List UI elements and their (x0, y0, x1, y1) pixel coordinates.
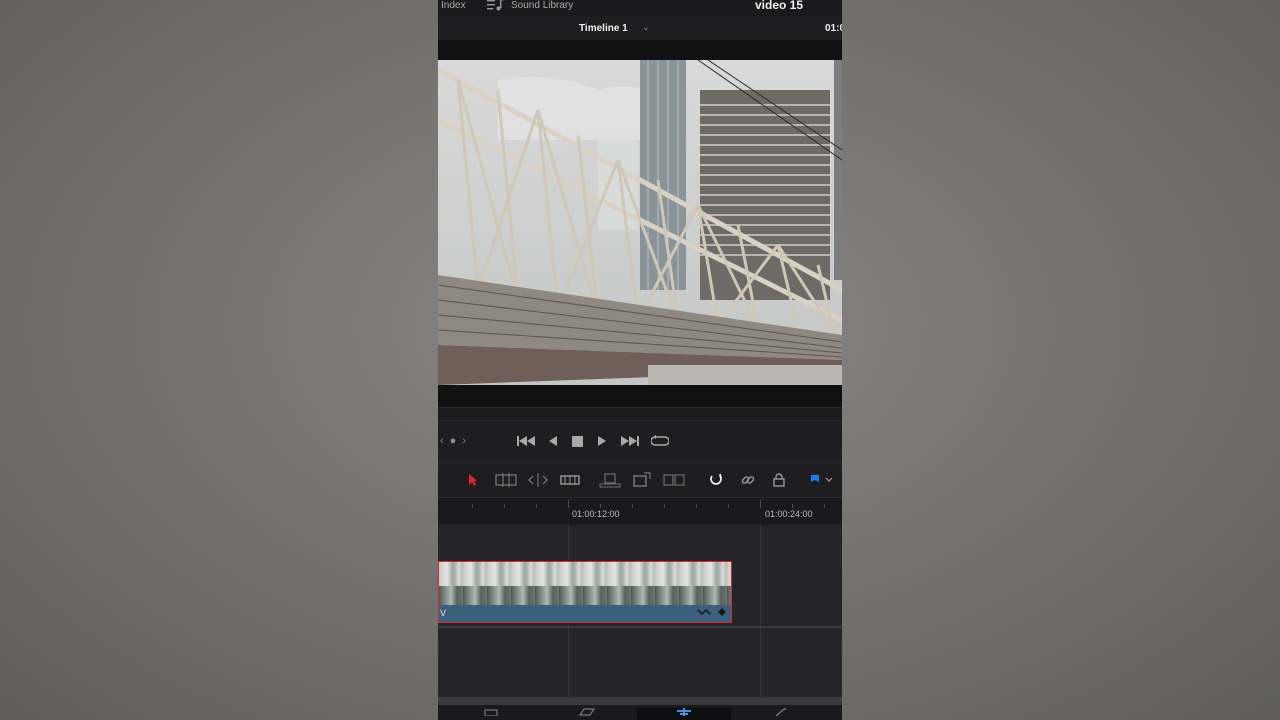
ruler-tick (536, 504, 537, 508)
pointer-arrow-icon (469, 474, 477, 486)
edit-timeline-icon (677, 708, 691, 716)
ruler-tick (504, 504, 505, 508)
viewer-top-margin (438, 40, 842, 60)
position-lock-button[interactable] (769, 471, 789, 489)
clip-thumbnails (439, 562, 731, 605)
viewer-bottom-margin (438, 385, 842, 407)
skip-start-icon (517, 436, 535, 446)
project-title: video 15 (755, 0, 804, 12)
stop-button[interactable] (570, 433, 584, 449)
fusion-page-button[interactable] (766, 708, 796, 720)
link-icon (741, 476, 755, 484)
viewer-frame (438, 60, 842, 385)
selection-tool-button[interactable] (463, 471, 483, 489)
overwrite-clip-icon (633, 472, 651, 487)
skip-to-end-button[interactable] (620, 433, 640, 449)
play-reverse-button[interactable] (546, 433, 560, 449)
transport-controls: ‹ ● › (438, 420, 842, 463)
page-nav-bar (438, 705, 842, 720)
ruler-tick (760, 500, 761, 508)
curve-icon[interactable] (697, 607, 713, 617)
ruler-tick (472, 504, 473, 508)
media-icon (484, 709, 498, 716)
replace-clip-button[interactable] (663, 471, 685, 489)
skip-to-start-button[interactable] (516, 433, 536, 449)
cut-page-button[interactable] (572, 708, 602, 720)
ruler-tick (792, 504, 793, 508)
flag-icon (811, 475, 819, 482)
trim-tool-button[interactable] (494, 471, 518, 489)
linked-selection-button[interactable] (738, 471, 758, 489)
play-icon (598, 436, 606, 446)
dynamic-trim-icon (528, 473, 548, 487)
blade-tool-button[interactable] (559, 471, 581, 489)
timeline-bar: Timeline 1 ⌄ 01:0 (438, 16, 842, 40)
lock-icon (773, 473, 785, 487)
trim-icon (495, 473, 517, 487)
dynamic-trim-button[interactable] (527, 471, 549, 489)
stop-icon (571, 435, 583, 447)
track-divider (438, 626, 842, 628)
play-button[interactable] (595, 433, 609, 449)
ruler-tick (696, 504, 697, 508)
timeline-scrollbar[interactable] (438, 697, 842, 705)
prev-clip-icon[interactable]: ‹ (440, 435, 444, 447)
skip-end-icon (621, 436, 639, 446)
viewer-scrub-bar[interactable] (438, 407, 842, 420)
loop-button[interactable] (650, 433, 670, 449)
insert-clip-button[interactable] (598, 471, 622, 489)
snap-magnet-icon (710, 473, 722, 485)
index-tab[interactable]: Index (441, 0, 465, 11)
keyframe-diamond-icon[interactable] (717, 607, 727, 617)
video-clip[interactable]: V (438, 561, 732, 623)
overwrite-clip-button[interactable] (631, 471, 653, 489)
ruler-timecode-label: 01:00:12:00 (572, 509, 620, 519)
top-bar: Index Sound Library video 15 (438, 0, 842, 16)
bridge-video-frame (438, 60, 842, 385)
flag-dropdown-button[interactable] (822, 471, 836, 489)
replace-clip-icon (663, 474, 685, 486)
timeline-name[interactable]: Timeline 1 (579, 23, 628, 34)
clip-nav: ‹ ● › (440, 435, 466, 447)
fusion-wand-icon (775, 708, 786, 716)
sound-library-tab[interactable]: Sound Library (487, 0, 573, 11)
blade-icon (560, 475, 580, 485)
ruler-tick (728, 504, 729, 508)
grid-line (760, 525, 761, 697)
edit-page-button[interactable] (637, 708, 731, 720)
music-list-icon (487, 0, 504, 11)
next-clip-icon[interactable]: › (462, 435, 466, 447)
loop-icon (651, 435, 669, 446)
play-reverse-icon (549, 436, 557, 446)
media-page-button[interactable] (476, 708, 506, 720)
ruler-tick (632, 504, 633, 508)
timeline-ruler[interactable]: 01:00:12:00 01:00:24:00 (438, 497, 842, 526)
ruler-tick (664, 504, 665, 508)
chevron-down-icon[interactable]: ⌄ (642, 22, 650, 33)
insert-clip-icon (599, 473, 621, 488)
timeline-tracks: V (438, 525, 842, 697)
ruler-tick (824, 504, 825, 508)
chevron-down-icon (825, 477, 833, 482)
sound-library-label: Sound Library (511, 0, 574, 11)
ruler-timecode-label: 01:00:24:00 (765, 509, 813, 519)
timecode-readout: 01:0 (825, 23, 842, 34)
dot-icon[interactable]: ● (450, 435, 457, 447)
ruler-tick (600, 504, 601, 508)
clip-track-label: V (440, 608, 447, 618)
ruler-tick (568, 500, 569, 508)
snapping-button[interactable] (706, 471, 726, 489)
edit-toolbar (438, 462, 842, 498)
resolve-app-panel: Index Sound Library video 15 Timeline 1 … (438, 0, 842, 720)
cut-icon (578, 708, 596, 716)
